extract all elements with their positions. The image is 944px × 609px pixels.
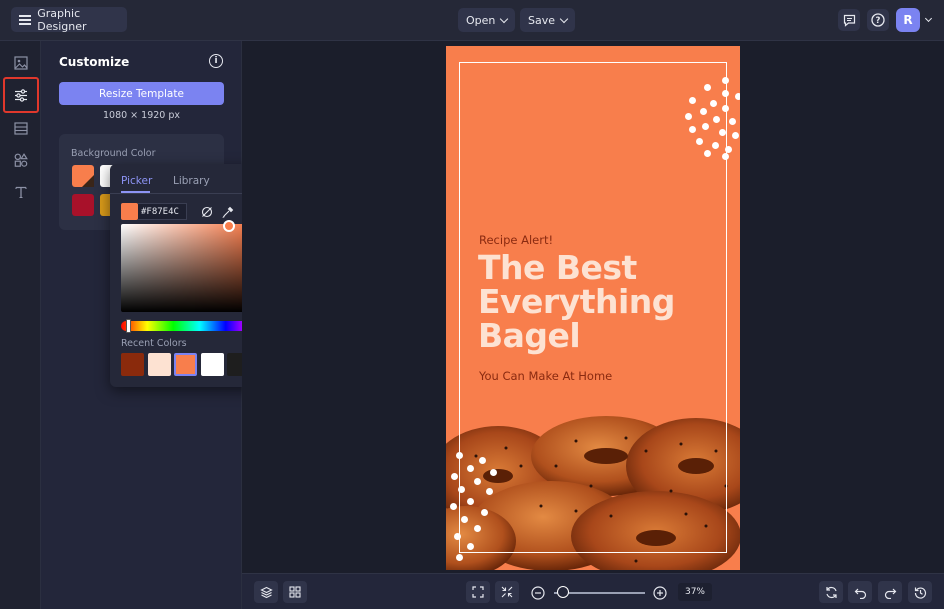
bg-swatch-current[interactable] — [72, 165, 94, 187]
background-color-label: Background Color — [71, 148, 156, 159]
zoom-level[interactable]: 37% — [678, 583, 712, 601]
fit-screen-button[interactable] — [466, 581, 490, 603]
recent-colors-label: Recent Colors — [121, 338, 187, 349]
open-button[interactable]: Open — [458, 8, 516, 32]
eyedropper-icon — [221, 206, 233, 218]
recent-color-swatch[interactable] — [148, 353, 171, 376]
panel-title: Customize — [59, 55, 130, 69]
no-color-icon — [201, 206, 212, 217]
shrink-icon — [501, 586, 513, 598]
zoom-in-button[interactable] — [653, 585, 667, 600]
sync-button[interactable] — [819, 581, 843, 603]
history-button[interactable] — [908, 581, 932, 603]
poster-headline[interactable]: The Best Everything Bagel — [478, 251, 675, 353]
minus-circle-icon — [531, 586, 545, 600]
layers-icon — [259, 586, 273, 598]
redo-button[interactable] — [878, 581, 902, 603]
refresh-icon — [825, 586, 837, 598]
shapes-icon — [14, 153, 28, 167]
resize-template-button[interactable]: Resize Template — [59, 82, 224, 105]
info-icon[interactable]: i — [209, 54, 223, 68]
grid-view-icon — [289, 586, 301, 598]
help-icon: ? — [871, 13, 885, 27]
svg-text:?: ? — [876, 16, 881, 26]
eyedropper-button[interactable] — [219, 203, 236, 220]
rail-item-layout[interactable] — [4, 113, 37, 143]
grid-view-button[interactable] — [283, 581, 307, 603]
shrink-button[interactable] — [495, 581, 519, 603]
sliders-icon — [15, 88, 27, 102]
headline-line: The Best — [478, 248, 637, 287]
app-title: Graphic Designer — [37, 6, 87, 33]
rail-item-text[interactable] — [4, 177, 37, 207]
comment-icon — [843, 14, 855, 27]
recent-color-swatch-selected[interactable] — [174, 353, 197, 376]
recent-color-swatch[interactable] — [201, 353, 224, 376]
app-menu-button[interactable]: Graphic Designer — [11, 6, 127, 33]
chevron-down-icon[interactable] — [924, 14, 933, 23]
avatar[interactable]: R — [896, 8, 920, 32]
tab-library[interactable]: Library — [173, 175, 210, 187]
tab-picker[interactable]: Picker — [121, 175, 152, 187]
history-icon — [914, 586, 926, 599]
help-button[interactable]: ? — [867, 9, 889, 31]
no-color-button[interactable] — [198, 203, 215, 220]
save-button[interactable]: Save — [520, 8, 576, 32]
text-icon — [14, 186, 27, 199]
left-rail — [0, 41, 41, 609]
layers-button[interactable] — [254, 581, 278, 603]
hamburger-icon — [19, 15, 31, 25]
corner-triangle-icon — [82, 175, 94, 187]
headline-line: Bagel — [478, 316, 581, 355]
hue-handle[interactable] — [126, 319, 131, 333]
headline-line: Everything — [478, 282, 675, 321]
layout-icon — [13, 121, 28, 135]
hex-input[interactable]: #F87E4C — [138, 203, 187, 220]
chevron-down-icon — [500, 14, 509, 23]
open-label: Open — [466, 13, 496, 27]
zoom-slider-handle[interactable] — [557, 586, 569, 598]
comments-button[interactable] — [838, 9, 860, 31]
save-label: Save — [528, 13, 556, 27]
top-bar: Graphic Designer Open Save ? R — [0, 0, 944, 41]
rail-item-images[interactable] — [4, 48, 37, 78]
chevron-down-icon — [559, 14, 569, 23]
recent-color-swatch[interactable] — [121, 353, 144, 376]
image-icon — [13, 56, 28, 70]
poster-canvas[interactable]: Recipe Alert! The Best Everything Bagel … — [446, 46, 740, 570]
expand-icon — [472, 586, 484, 598]
zoom-out-button[interactable] — [531, 585, 545, 600]
bg-swatch-crimson[interactable] — [72, 194, 94, 216]
redo-icon — [884, 588, 896, 599]
bottom-toolbar: 37% — [242, 573, 944, 609]
rail-item-customize[interactable] — [3, 77, 39, 113]
poster-subline[interactable]: You Can Make At Home — [479, 369, 612, 383]
undo-button[interactable] — [848, 581, 872, 603]
template-dimensions: 1080 × 1920 px — [102, 110, 181, 121]
plus-circle-icon — [653, 586, 667, 600]
poster-kicker[interactable]: Recipe Alert! — [479, 233, 553, 247]
undo-icon — [854, 588, 866, 599]
rail-item-graphics[interactable] — [4, 145, 37, 175]
current-color-swatch — [121, 203, 138, 220]
saturation-handle[interactable] — [223, 220, 235, 232]
